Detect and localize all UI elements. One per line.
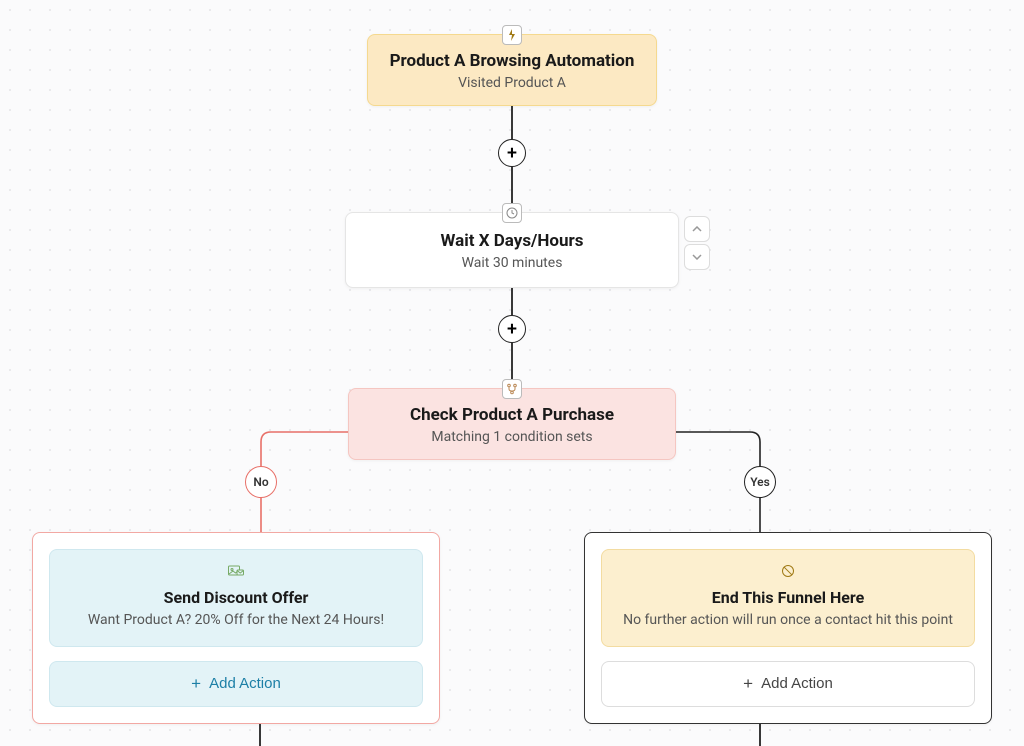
add-step-button[interactable]: + <box>498 139 526 167</box>
chevron-down-button[interactable] <box>684 244 710 270</box>
add-step-button-2[interactable]: + <box>498 315 526 343</box>
branch-icon <box>502 379 522 399</box>
branch-no-label: No <box>253 475 268 489</box>
no-card-subtitle: Want Product A? 20% Off for the Next 24 … <box>62 611 410 630</box>
add-action-yes-button[interactable]: + Add Action <box>601 661 975 707</box>
yes-card-title: End This Funnel Here <box>614 588 962 607</box>
plus-icon: + <box>191 674 201 694</box>
trigger-node[interactable]: Product A Browsing Automation Visited Pr… <box>367 34 657 106</box>
wait-node[interactable]: Wait X Days/Hours Wait 30 minutes <box>345 212 679 288</box>
add-action-yes-label: Add Action <box>761 675 833 692</box>
no-branch-container: Send Discount Offer Want Product A? 20% … <box>32 532 440 724</box>
branch-yes-label: Yes <box>750 475 770 489</box>
condition-subtitle: Matching 1 condition sets <box>367 429 657 445</box>
clock-icon <box>502 203 522 223</box>
yes-card-subtitle: No further action will run once a contac… <box>614 611 962 630</box>
trigger-title: Product A Browsing Automation <box>386 51 638 71</box>
wait-title: Wait X Days/Hours <box>364 231 660 251</box>
yes-branch-container: End This Funnel Here No further action w… <box>584 532 992 724</box>
wait-subtitle: Wait 30 minutes <box>364 255 660 271</box>
trigger-subtitle: Visited Product A <box>386 75 638 91</box>
mail-image-icon <box>62 564 410 582</box>
branch-yes-badge: Yes <box>744 466 776 498</box>
add-action-no-label: Add Action <box>209 675 281 692</box>
stop-icon <box>614 564 962 582</box>
end-funnel-card[interactable]: End This Funnel Here No further action w… <box>601 549 975 647</box>
send-discount-card[interactable]: Send Discount Offer Want Product A? 20% … <box>49 549 423 647</box>
plus-icon: + <box>743 674 753 694</box>
stepper-controls <box>684 216 710 272</box>
chevron-up-button[interactable] <box>684 216 710 242</box>
bolt-icon <box>502 25 522 45</box>
add-action-no-button[interactable]: + Add Action <box>49 661 423 707</box>
no-card-title: Send Discount Offer <box>62 588 410 607</box>
condition-title: Check Product A Purchase <box>367 405 657 425</box>
branch-no-badge: No <box>245 466 277 498</box>
condition-node[interactable]: Check Product A Purchase Matching 1 cond… <box>348 388 676 460</box>
